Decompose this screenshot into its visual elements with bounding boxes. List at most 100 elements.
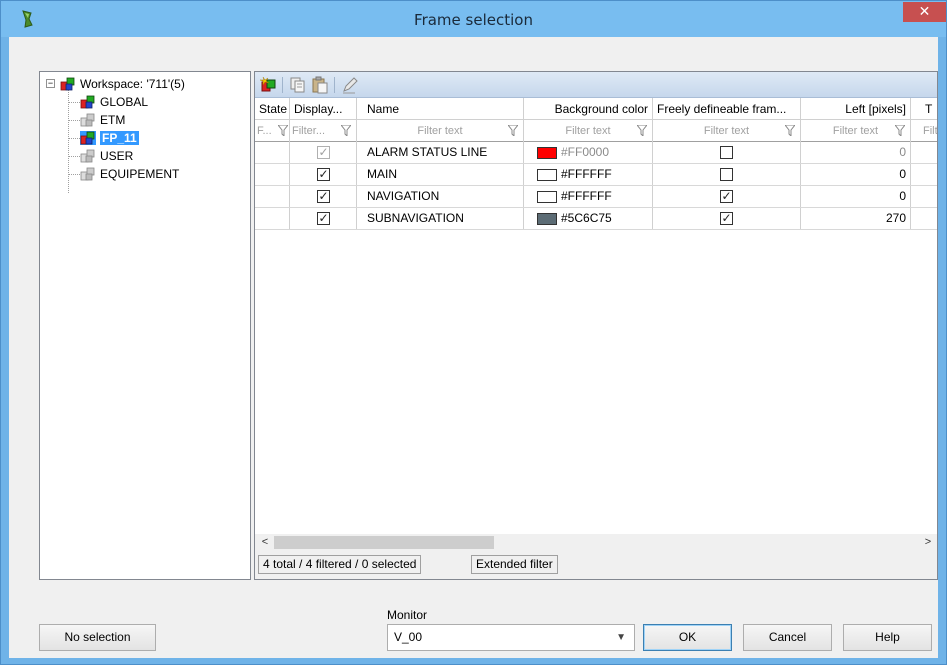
filter-placeholder: Filter text (417, 125, 463, 137)
state-cell (255, 142, 290, 163)
tree-item-user[interactable]: USER (80, 148, 133, 164)
table-row[interactable]: ✓ MAIN #FFFFFF 0 (255, 164, 937, 186)
name-cell: SUBNAVIGATION (357, 208, 524, 229)
funnel-icon[interactable] (895, 125, 905, 136)
filter-background-color[interactable]: Filter text (524, 120, 653, 142)
display-checkbox[interactable]: ✓ (317, 190, 330, 203)
filter-left-pixels[interactable]: Filter text (801, 120, 911, 142)
tree-item-etm[interactable]: ETM (80, 112, 125, 128)
left-pixels-cell[interactable]: 0 (801, 142, 911, 163)
funnel-icon[interactable] (278, 125, 288, 136)
funnel-icon[interactable] (637, 125, 647, 136)
tree-item-workspace[interactable]: Workspace: '711'(5) (60, 76, 185, 92)
tree-item-label: GLOBAL (100, 94, 149, 109)
copy-icon[interactable] (289, 76, 307, 94)
scroll-right-button[interactable]: > (921, 534, 935, 551)
background-color-cell[interactable]: #FFFFFF (524, 164, 653, 185)
ok-button[interactable]: OK (643, 624, 732, 651)
filter-placeholder: Filter text (832, 125, 879, 137)
top-cell (911, 208, 937, 229)
column-header-display[interactable]: Display... (290, 98, 357, 120)
freely-defineable-checkbox[interactable]: ✓ (720, 212, 733, 225)
tree-collapse-toggle[interactable]: − (46, 79, 55, 88)
title-bar[interactable]: Frame selection ✕ (1, 1, 946, 37)
freely-defineable-checkbox[interactable] (720, 146, 733, 159)
help-button[interactable]: Help (843, 624, 932, 651)
name-cell: MAIN (357, 164, 524, 185)
column-header-name[interactable]: Name (357, 98, 524, 120)
monitor-select[interactable]: V_00 ▼ (387, 624, 635, 651)
edit-icon[interactable] (341, 76, 359, 94)
scroll-thumb[interactable] (274, 536, 494, 549)
freely-defineable-checkbox[interactable] (720, 168, 733, 181)
color-value: #FFFFFF (561, 167, 612, 181)
filter-placeholder: Filter text (565, 125, 611, 137)
left-pixels-cell[interactable]: 0 (801, 164, 911, 185)
cancel-button[interactable]: Cancel (743, 624, 832, 651)
name-cell: ALARM STATUS LINE (357, 142, 524, 163)
left-pixels-cell[interactable]: 270 (801, 208, 911, 229)
freely-defineable-checkbox[interactable]: ✓ (720, 190, 733, 203)
tree-item-equipement[interactable]: EQUIPEMENT (80, 166, 179, 182)
table-row[interactable]: ✓ NAVIGATION #FFFFFF ✓ 0 (255, 186, 937, 208)
filter-name[interactable]: Filter text (357, 120, 524, 142)
tree-item-label: FP_11 (100, 130, 139, 145)
color-swatch (537, 147, 557, 159)
filter-display[interactable]: Filter... (290, 120, 357, 142)
color-value: #FFFFFF (561, 189, 612, 203)
tree-connector (68, 174, 80, 175)
selection-summary: 4 total / 4 filtered / 0 selected (258, 555, 422, 574)
tree-item-label: ETM (100, 112, 126, 127)
left-pixels-cell[interactable]: 0 (801, 186, 911, 207)
funnel-icon[interactable] (508, 125, 518, 136)
paste-icon[interactable] (311, 76, 329, 94)
background-color-cell[interactable]: #FFFFFF (524, 186, 653, 207)
scroll-left-button[interactable]: < (258, 534, 272, 551)
tree-item-global[interactable]: GLOBAL (80, 94, 148, 110)
display-checkbox[interactable]: ✓ (317, 168, 330, 181)
top-cell (911, 164, 937, 185)
grid-filter-row: F... Filter... Filter text Filter text F… (255, 120, 937, 142)
no-selection-button[interactable]: No selection (39, 624, 156, 651)
background-color-cell[interactable]: #5C6C75 (524, 208, 653, 229)
extended-filter-button[interactable]: Extended filter (471, 555, 558, 574)
filter-freely-defineable[interactable]: Filter text (653, 120, 801, 142)
column-header-background-color[interactable]: Background color (524, 98, 653, 120)
frame-colored-icon (80, 130, 96, 145)
background-color-cell[interactable]: #FF0000 (524, 142, 653, 163)
tree-item-fp-11[interactable]: FP_11 (80, 130, 139, 146)
filter-placeholder: Filter text (703, 125, 750, 137)
horizontal-scrollbar[interactable]: < > (255, 534, 937, 551)
column-header-freely-defineable[interactable]: Freely defineable fram... (653, 98, 801, 120)
tree-connector (68, 102, 80, 103)
display-checkbox[interactable]: ✓ (317, 212, 330, 225)
grid-status-bar: 4 total / 4 filtered / 0 selected Extend… (255, 551, 937, 579)
column-header-left-pixels[interactable]: Left [pixels] (801, 98, 911, 120)
tree-connector (68, 138, 80, 139)
new-frame-icon[interactable] (260, 76, 278, 94)
color-value: #FF0000 (561, 145, 610, 159)
freely-defineable-cell (653, 142, 801, 163)
column-header-state[interactable]: State (255, 98, 290, 120)
table-row[interactable]: ✓ ALARM STATUS LINE #FF0000 0 (255, 142, 937, 164)
monitor-value: V_00 (394, 630, 423, 644)
table-row[interactable]: ✓ SUBNAVIGATION #5C6C75 ✓ 270 (255, 208, 937, 230)
state-cell (255, 186, 290, 207)
state-cell (255, 208, 290, 229)
display-checkbox[interactable]: ✓ (317, 146, 330, 159)
freely-defineable-cell: ✓ (653, 186, 801, 207)
funnel-icon[interactable] (785, 125, 795, 136)
filter-placeholder: F... (257, 125, 272, 137)
close-button[interactable]: ✕ (903, 2, 946, 22)
display-cell: ✓ (290, 142, 357, 163)
filter-state[interactable]: F... (255, 120, 290, 142)
funnel-icon[interactable] (341, 125, 351, 136)
filter-top[interactable]: Filt (911, 120, 937, 142)
frame-gray-icon (80, 149, 95, 163)
frame-gray-icon (80, 167, 95, 181)
workspace-tree[interactable]: − Workspace: '711'(5) GLOBAL ETM FP_11 U… (39, 71, 251, 580)
column-header-top[interactable]: T (911, 98, 937, 120)
tree-item-label: USER (100, 148, 134, 163)
workspace-icon (60, 77, 75, 91)
tree-connector (68, 120, 80, 121)
